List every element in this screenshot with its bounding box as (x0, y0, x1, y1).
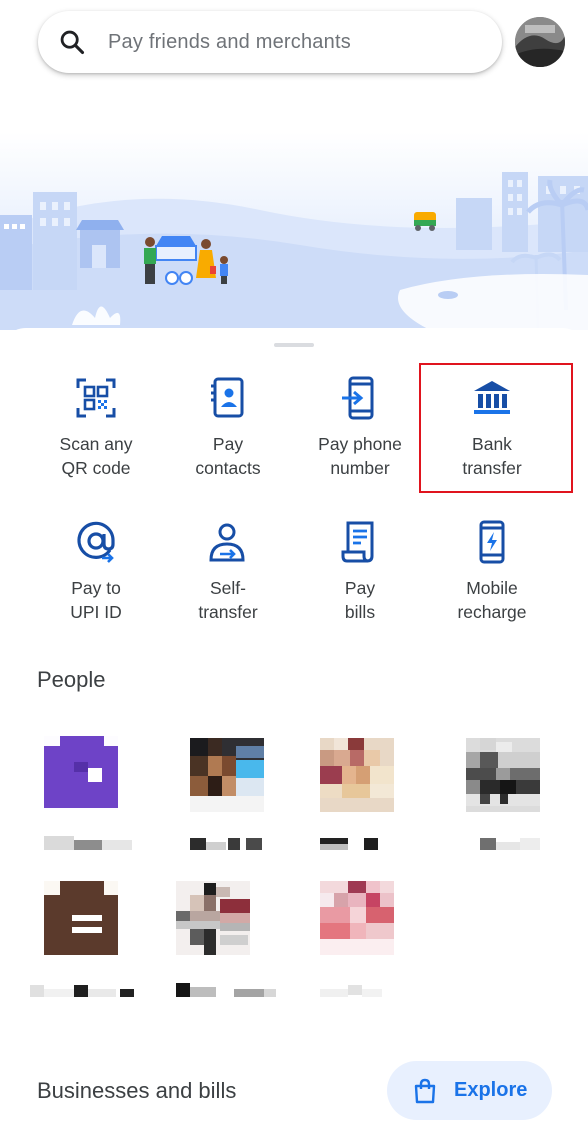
businesses-heading: Businesses and bills (37, 1078, 237, 1103)
person-avatar (44, 881, 118, 955)
drag-handle[interactable] (274, 343, 314, 347)
explore-button[interactable]: Explore (387, 1061, 552, 1120)
contacts-icon (211, 377, 244, 418)
person-name (466, 836, 540, 850)
explore-label: Explore (454, 1079, 528, 1101)
pay-bills-button[interactable]: Pay bills (294, 520, 426, 624)
pay-bills-label: Pay bills (344, 578, 376, 622)
phone-icon (342, 376, 374, 420)
header: Pay friends and merchants (0, 0, 588, 330)
qr-code-icon (76, 378, 116, 418)
bank-transfer-highlight (419, 363, 573, 493)
person-avatar (466, 738, 540, 812)
self-transfer-icon (209, 523, 245, 562)
pay-phone-number-button[interactable]: Pay phone number (294, 376, 426, 480)
bottom-sheet: Scan any QR code Pay contacts Pay phone … (0, 328, 588, 1130)
person-name (44, 836, 134, 850)
pay-phone-number-label: Pay phone number (318, 434, 402, 478)
profile-avatar[interactable] (515, 17, 565, 67)
person-item[interactable] (30, 881, 162, 1001)
search-placeholder: Pay friends and merchants (108, 30, 351, 53)
pay-upi-id-button[interactable]: Pay to UPI ID (30, 520, 162, 624)
bill-icon (341, 521, 374, 563)
scan-qr-button[interactable]: Scan any QR code (30, 376, 162, 480)
person-avatar (176, 881, 250, 955)
mobile-recharge-icon (479, 520, 505, 564)
person-name (320, 985, 394, 999)
person-name (30, 983, 134, 997)
person-name (176, 983, 280, 997)
person-name (190, 836, 264, 850)
person-item[interactable] (426, 736, 558, 856)
at-icon (77, 521, 115, 563)
mobile-recharge-button[interactable]: Mobile recharge (426, 520, 558, 624)
city-illustration (0, 172, 588, 330)
person-avatar (320, 738, 394, 812)
person-item[interactable] (162, 881, 294, 1001)
pay-contacts-button[interactable]: Pay contacts (162, 376, 294, 480)
person-item[interactable] (294, 736, 426, 856)
scan-qr-label: Scan any QR code (59, 434, 133, 478)
pay-upi-id-label: Pay to UPI ID (70, 578, 122, 622)
self-transfer-label: Self- transfer (198, 578, 258, 622)
mobile-recharge-label: Mobile recharge (457, 578, 527, 622)
pay-contacts-label: Pay contacts (195, 434, 261, 478)
person-item[interactable] (162, 736, 294, 856)
person-item[interactable] (30, 736, 162, 856)
avatar-image (515, 17, 565, 67)
search-icon (60, 30, 85, 55)
person-avatar (44, 736, 118, 810)
shopping-bag-icon (414, 1078, 436, 1103)
people-heading: People (37, 667, 106, 692)
person-avatar (320, 881, 394, 955)
person-avatar (190, 738, 264, 812)
person-item[interactable] (294, 881, 426, 1001)
search-bar[interactable]: Pay friends and merchants (38, 11, 502, 73)
person-name (320, 836, 394, 850)
self-transfer-button[interactable]: Self- transfer (162, 520, 294, 624)
